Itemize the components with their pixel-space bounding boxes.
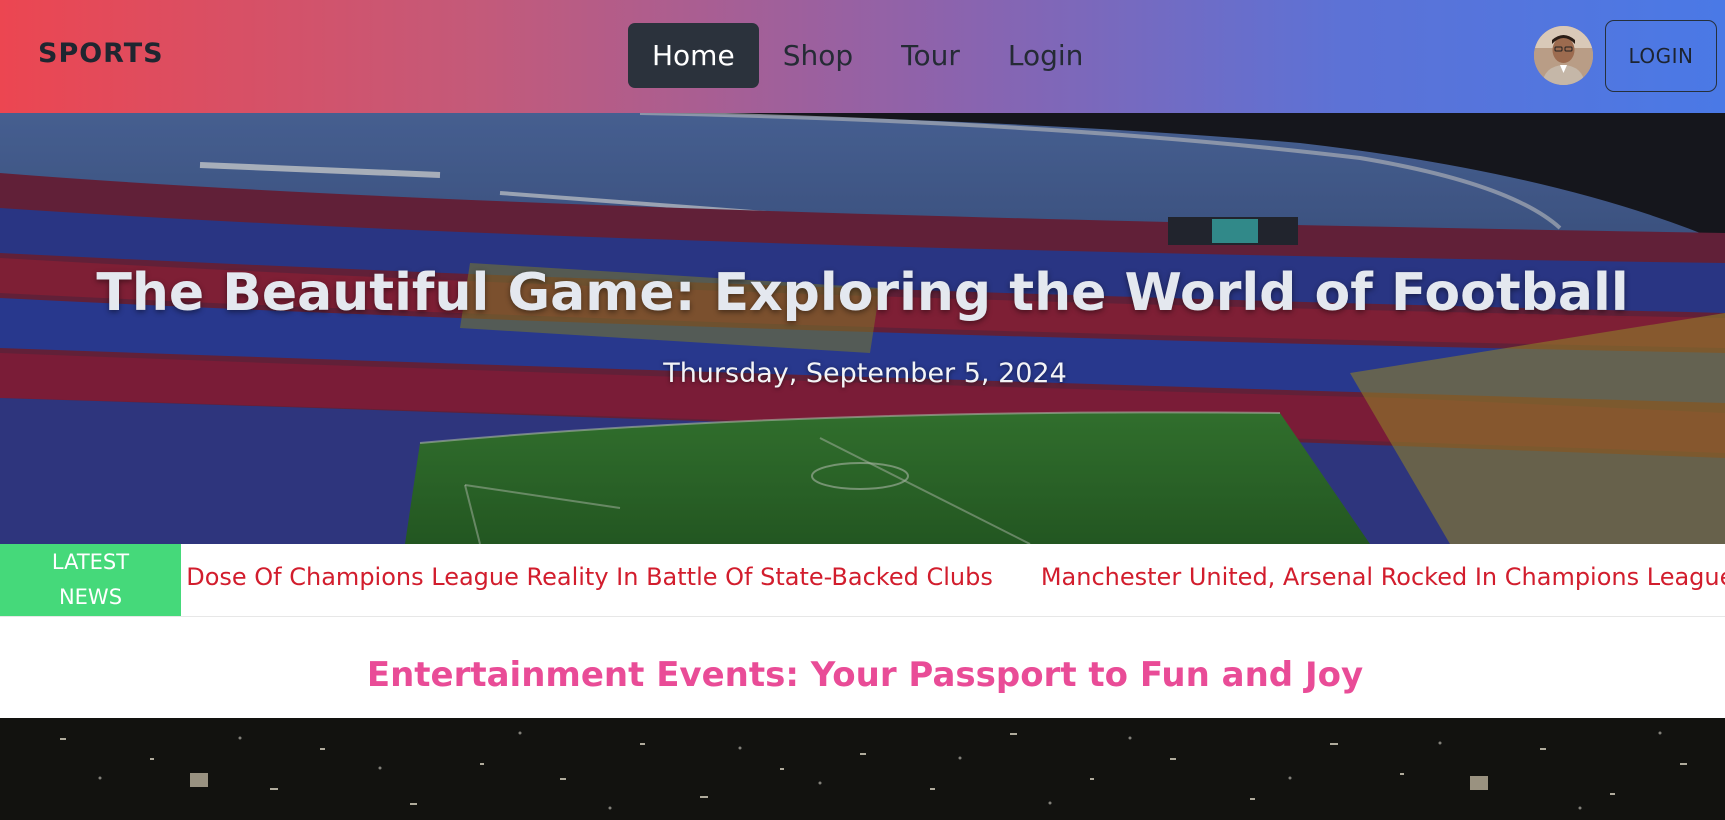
ticker-news-item[interactable]: G Dose Of Champions League Reality In Ba… <box>160 563 993 591</box>
nav-link-shop[interactable]: Shop <box>759 23 877 88</box>
hero-banner: The Beautiful Game: Exploring the World … <box>0 113 1725 544</box>
brand-logo[interactable]: SPORTS <box>38 38 164 69</box>
confetti-image <box>0 718 1725 820</box>
nav-link-home[interactable]: Home <box>628 23 759 88</box>
stadium-background-image <box>0 113 1725 544</box>
nav-link-tour[interactable]: Tour <box>877 23 984 88</box>
latest-news-label-line1: LATEST <box>51 550 130 574</box>
entertainment-banner-image <box>0 718 1725 820</box>
latest-news-ticker: LATEST NEWS G Dose Of Champions League R… <box>0 544 1725 617</box>
hero-title: The Beautiful Game: Exploring the World … <box>96 263 1629 323</box>
ticker-news-item[interactable]: Manchester United, Arsenal Rocked In Cha… <box>1041 563 1725 591</box>
login-button[interactable]: LOGIN <box>1605 20 1717 92</box>
latest-news-label: LATEST NEWS <box>0 544 181 616</box>
section-heading: Entertainment Events: Your Passport to F… <box>366 655 1364 695</box>
nav-link-login[interactable]: Login <box>984 23 1108 88</box>
user-avatar[interactable] <box>1534 26 1593 85</box>
hero-date: Thursday, September 5, 2024 <box>663 358 1067 389</box>
latest-news-label-line2: NEWS <box>58 585 123 609</box>
top-navbar: SPORTS Home Shop Tour Login LOGIN <box>0 0 1725 113</box>
main-nav: Home Shop Tour Login <box>628 23 1107 88</box>
ticker-track: G Dose Of Champions League Reality In Ba… <box>160 563 1725 591</box>
